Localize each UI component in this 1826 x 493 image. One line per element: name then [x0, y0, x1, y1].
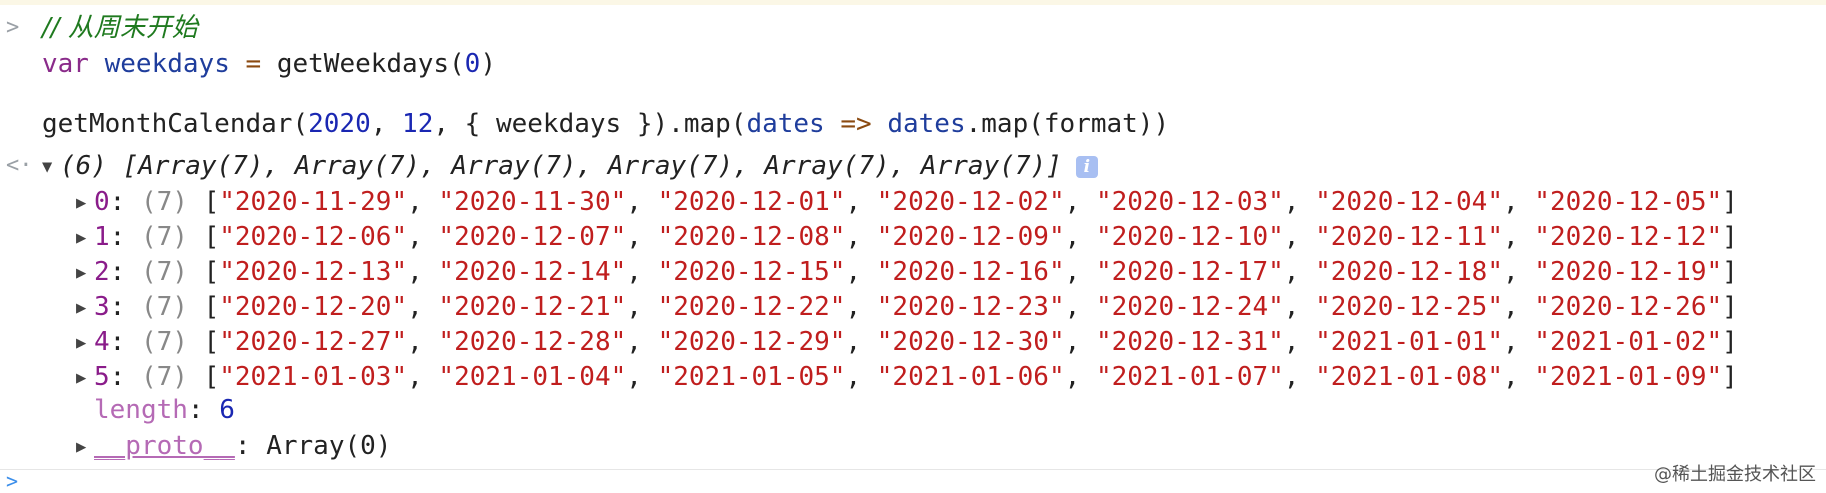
date-string: 2020-12-23: [892, 292, 1049, 322]
date-string: 2020-12-30: [892, 327, 1049, 357]
date-string: 2020-12-20: [234, 292, 392, 322]
console-separator: [0, 469, 1826, 470]
input-prompt-icon: >: [6, 15, 20, 40]
row-index: 4: [94, 327, 110, 357]
date-string: 2020-12-05: [1549, 187, 1707, 217]
date-string: 2020-12-27: [234, 327, 392, 357]
date-string: 2020-12-09: [892, 222, 1049, 252]
row-count: (7): [140, 222, 188, 252]
row-index: 2: [94, 257, 110, 287]
date-string: 2020-12-04: [1330, 187, 1488, 217]
date-string: 2021-01-06: [892, 362, 1049, 392]
date-string: 2020-12-12: [1549, 222, 1707, 252]
date-string: 2020-12-06: [234, 222, 392, 252]
date-string: 2021-01-02: [1549, 327, 1707, 357]
result-summary[interactable]: ▼ (6) [Array(7), Array(7), Array(7), Arra…: [42, 148, 1098, 184]
date-string: 2020-12-25: [1330, 292, 1488, 322]
row-index: 0: [94, 187, 110, 217]
date-string: 2020-12-08: [673, 222, 830, 252]
date-string: 2020-12-01: [673, 187, 830, 217]
date-string: 2020-12-03: [1111, 187, 1269, 217]
date-string: 2020-12-07: [454, 222, 611, 252]
proto-property[interactable]: ▶ __proto__: Array(0): [76, 428, 391, 464]
info-icon[interactable]: i: [1075, 156, 1098, 178]
date-string: 2020-12-10: [1111, 222, 1269, 252]
array-row[interactable]: ▶ 3: (7) ["2020-12-20", "2020-12-21", "20…: [76, 289, 1738, 325]
date-string: 2020-12-18: [1330, 257, 1488, 287]
length-property: length: 6: [94, 395, 235, 425]
code-comment: // 从周末开始: [42, 13, 198, 43]
array-row[interactable]: ▶ 2: (7) ["2020-12-13", "2020-12-14", "20…: [76, 254, 1738, 290]
expand-triangle-icon[interactable]: ▶: [76, 290, 94, 326]
date-string: 2020-12-19: [1549, 257, 1707, 287]
console-top-border: [0, 0, 1826, 5]
code-line-var: var weekdays = getWeekdays(0): [42, 49, 496, 79]
row-count: (7): [140, 257, 188, 287]
row-count: (7): [140, 327, 188, 357]
date-string: 2021-01-03: [234, 362, 392, 392]
date-string: 2020-11-29: [234, 187, 392, 217]
collapse-triangle-icon[interactable]: ▼: [42, 149, 60, 185]
date-string: 2021-01-08: [1330, 362, 1488, 392]
row-index: 3: [94, 292, 110, 322]
date-string: 2021-01-01: [1330, 327, 1488, 357]
date-string: 2021-01-07: [1111, 362, 1269, 392]
row-index: 5: [94, 362, 110, 392]
expand-triangle-icon[interactable]: ▶: [76, 429, 94, 465]
date-string: 2020-12-21: [454, 292, 611, 322]
next-prompt-icon[interactable]: >: [6, 471, 18, 491]
row-count: (7): [140, 292, 188, 322]
row-index: 1: [94, 222, 110, 252]
date-string: 2021-01-05: [673, 362, 830, 392]
date-string: 2020-12-11: [1330, 222, 1488, 252]
row-count: (7): [140, 187, 188, 217]
row-count: (7): [140, 362, 188, 392]
date-string: 2020-12-22: [673, 292, 830, 322]
date-string: 2020-12-26: [1549, 292, 1707, 322]
output-prompt-icon: <·: [6, 153, 33, 178]
date-string: 2020-12-28: [454, 327, 611, 357]
expand-triangle-icon[interactable]: ▶: [76, 220, 94, 256]
date-string: 2020-12-02: [892, 187, 1049, 217]
date-string: 2020-12-29: [673, 327, 830, 357]
array-row[interactable]: ▶ 0: (7) ["2020-11-29", "2020-11-30", "20…: [76, 184, 1738, 220]
date-string: 2021-01-04: [454, 362, 611, 392]
array-row[interactable]: ▶ 1: (7) ["2020-12-06", "2020-12-07", "20…: [76, 219, 1738, 255]
date-string: 2020-12-16: [892, 257, 1049, 287]
code-line-call: getMonthCalendar(2020, 12, { weekdays })…: [42, 109, 1170, 139]
date-string: 2021-01-09: [1549, 362, 1707, 392]
date-string: 2020-12-31: [1111, 327, 1269, 357]
expand-triangle-icon[interactable]: ▶: [76, 325, 94, 361]
expand-triangle-icon[interactable]: ▶: [76, 255, 94, 291]
array-row[interactable]: ▶ 5: (7) ["2021-01-03", "2021-01-04", "20…: [76, 359, 1738, 395]
expand-triangle-icon[interactable]: ▶: [76, 185, 94, 221]
date-string: 2020-12-24: [1111, 292, 1269, 322]
date-string: 2020-12-14: [454, 257, 611, 287]
date-string: 2020-12-13: [234, 257, 392, 287]
date-string: 2020-11-30: [454, 187, 611, 217]
date-string: 2020-12-15: [673, 257, 830, 287]
array-row[interactable]: ▶ 4: (7) ["2020-12-27", "2020-12-28", "20…: [76, 324, 1738, 360]
expand-triangle-icon[interactable]: ▶: [76, 360, 94, 396]
watermark: @稀土掘金技术社区: [1654, 464, 1816, 485]
date-string: 2020-12-17: [1111, 257, 1269, 287]
